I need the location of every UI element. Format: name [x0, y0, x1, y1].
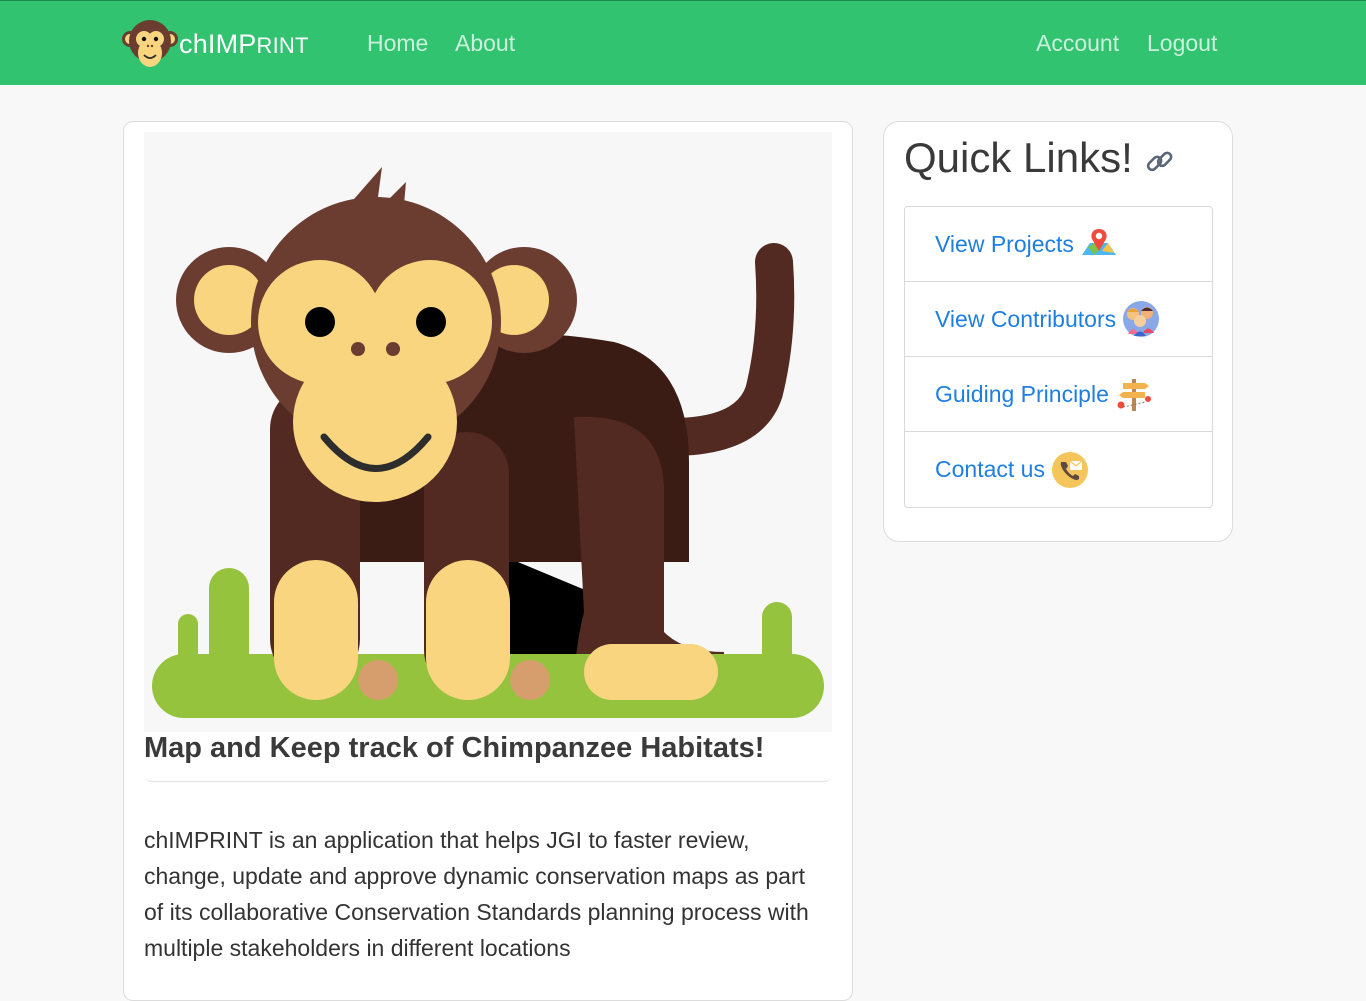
main-card: Map and Keep track of Chimpanzee Habitat…: [123, 121, 853, 1001]
quick-links-card: Quick Links! View Projects View Contribu…: [883, 121, 1233, 542]
nav-home[interactable]: Home: [367, 30, 428, 57]
app-description: chIMPRINT is an application that helps J…: [144, 827, 809, 961]
hero-caption: Map and Keep track of Chimpanzee Habitat…: [144, 732, 832, 782]
hero-image: [144, 132, 832, 732]
link-view-contributors[interactable]: View Contributors: [905, 282, 1212, 357]
phone-icon: [1051, 451, 1088, 488]
chimp-logo-icon: [122, 20, 178, 67]
link-contact-us[interactable]: Contact us: [905, 432, 1212, 507]
nav-logout[interactable]: Logout: [1147, 30, 1217, 57]
link-view-projects[interactable]: View Projects: [905, 207, 1212, 282]
chimpanzee-illustration: [152, 167, 824, 718]
signpost-icon: [1117, 379, 1151, 411]
people-icon: [1123, 301, 1160, 337]
nav-about[interactable]: About: [455, 30, 515, 57]
navbar: chIMPRINT Home About Account Logout: [0, 0, 1366, 85]
quick-links-list: View Projects View Contributors Guiding …: [904, 206, 1213, 508]
brand-link[interactable]: chIMPRINT: [122, 17, 309, 71]
quick-links-title: Quick Links!: [904, 134, 1175, 182]
link-icon: [1146, 151, 1173, 172]
hero-heading: Map and Keep track of Chimpanzee Habitat…: [144, 732, 765, 764]
brand-name: chIMPRINT: [179, 28, 309, 59]
nav-account[interactable]: Account: [1036, 30, 1119, 57]
link-guiding-principle[interactable]: Guiding Principle: [905, 357, 1212, 432]
map-pin-icon: [1081, 229, 1116, 255]
